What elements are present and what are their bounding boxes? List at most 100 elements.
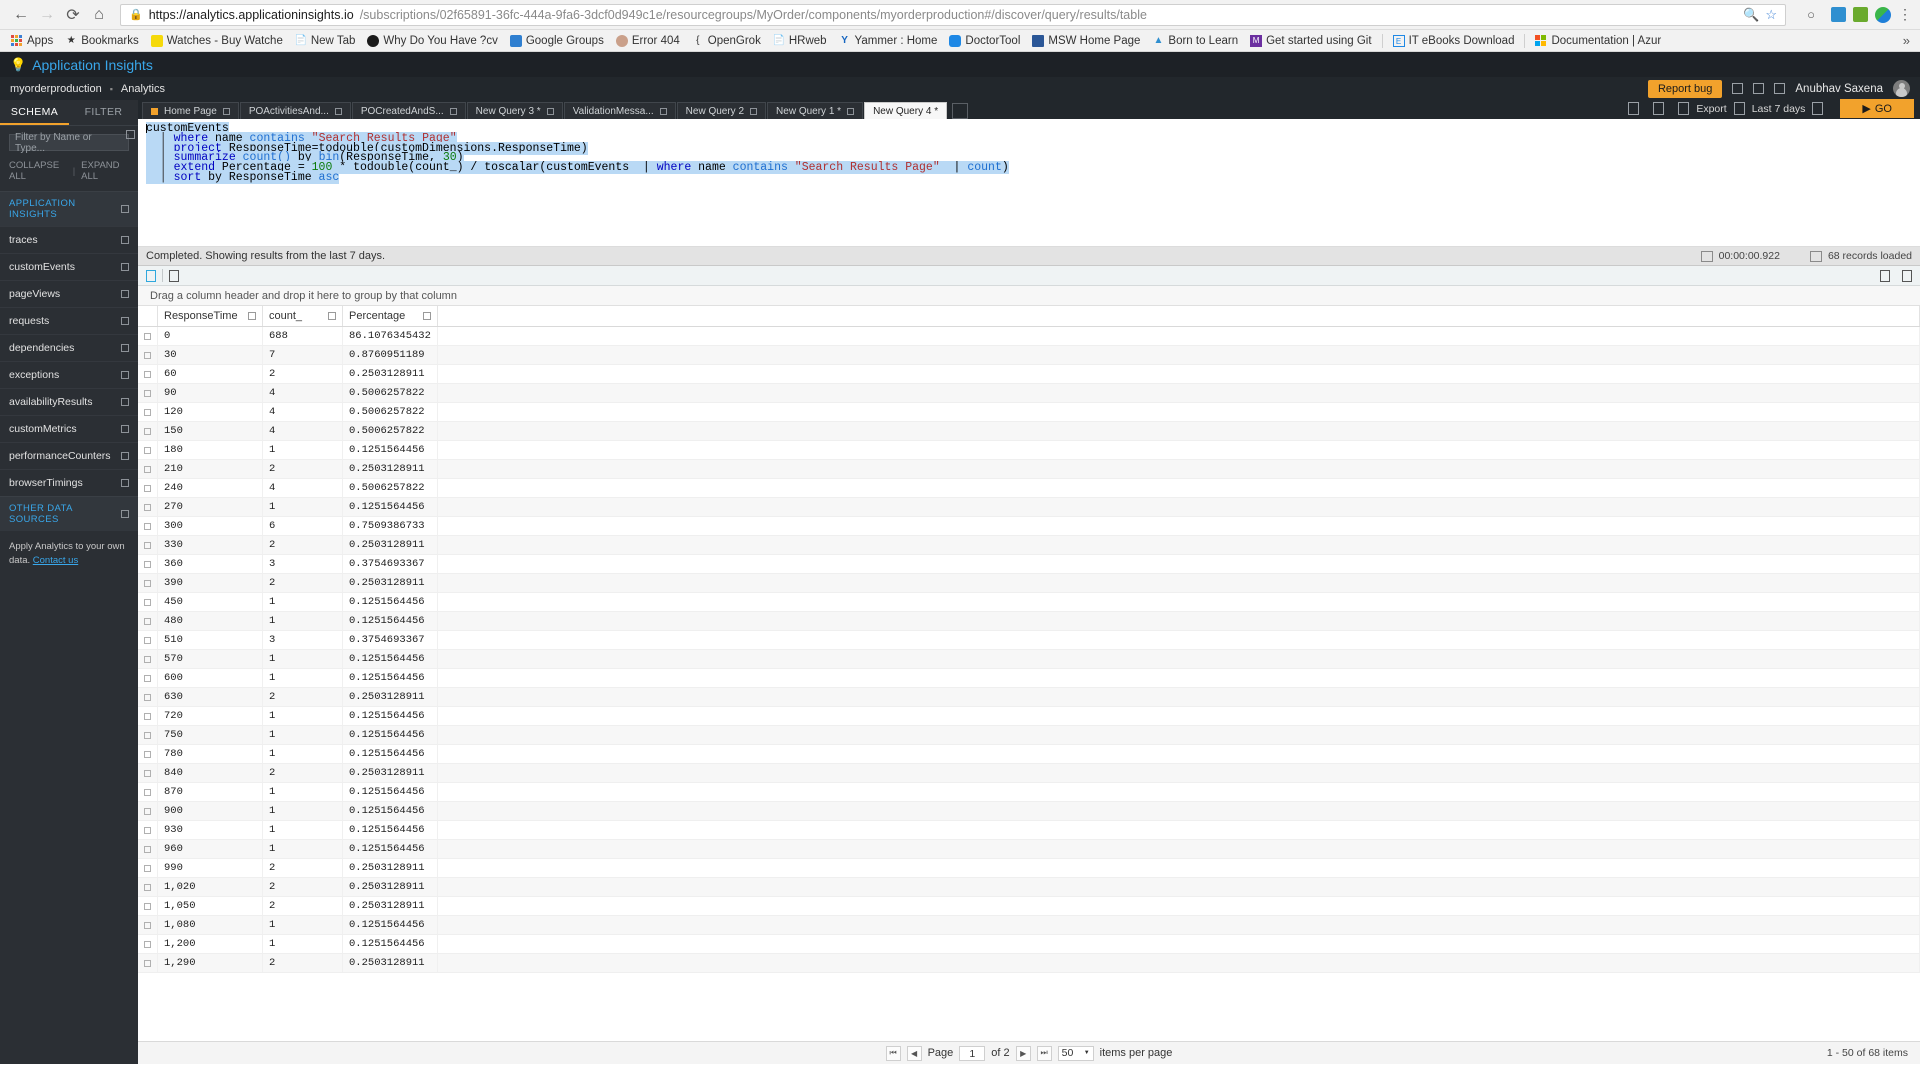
row-select-cell[interactable] <box>138 649 158 669</box>
page-size-select[interactable]: 50 ▼ <box>1057 1045 1094 1061</box>
account-avatar[interactable] <box>1875 6 1891 23</box>
bookmark-bookmarks[interactable]: ★ Bookmarks <box>60 34 144 48</box>
columns-icon[interactable] <box>1880 269 1890 282</box>
close-icon[interactable] <box>750 107 758 115</box>
query-tab-5[interactable]: New Query 2 <box>676 102 767 119</box>
row-select-icon[interactable] <box>144 655 151 663</box>
group-by-dropzone[interactable]: Drag a column header and drop it here to… <box>138 286 1920 306</box>
expand-icon[interactable] <box>121 425 129 433</box>
table-row[interactable]: 0 688 86.1076345432 <box>138 326 1920 346</box>
row-select-cell[interactable] <box>138 763 158 783</box>
query-tab-4[interactable]: ValidationMessa... <box>563 102 676 119</box>
table-row[interactable]: 570 1 0.1251564456 <box>138 649 1920 669</box>
row-select-cell[interactable] <box>138 535 158 555</box>
table-row[interactable]: 960 1 0.1251564456 <box>138 839 1920 859</box>
row-select-icon[interactable] <box>144 921 151 929</box>
table-row[interactable]: 180 1 0.1251564456 <box>138 440 1920 460</box>
table-row[interactable]: 240 4 0.5006257822 <box>138 478 1920 498</box>
sidebar-section-other-data-sources[interactable]: OTHER DATA SOURCES <box>0 496 138 531</box>
expand-icon[interactable] <box>121 452 129 460</box>
row-select-icon[interactable] <box>144 370 151 378</box>
bookmark-apps[interactable]: Apps <box>6 34 58 48</box>
row-select-cell[interactable] <box>138 953 158 973</box>
query-tab-7[interactable]: New Query 4 * <box>864 102 948 119</box>
contact-us-link[interactable]: Contact us <box>33 555 78 566</box>
home-button[interactable]: ⌂ <box>86 2 112 28</box>
row-select-icon[interactable] <box>144 332 151 340</box>
row-select-icon[interactable] <box>144 864 151 872</box>
row-select-cell[interactable] <box>138 934 158 954</box>
row-select-cell[interactable] <box>138 820 158 840</box>
row-select-icon[interactable] <box>144 769 151 777</box>
sidebar-tab-schema[interactable]: SCHEMA <box>0 100 69 125</box>
row-select-cell[interactable] <box>138 326 158 346</box>
table-row[interactable]: 480 1 0.1251564456 <box>138 611 1920 631</box>
close-icon[interactable] <box>449 107 457 115</box>
row-select-icon[interactable] <box>144 750 151 758</box>
next-page-icon[interactable]: ▶ <box>1015 1045 1031 1061</box>
table-row[interactable]: 450 1 0.1251564456 <box>138 592 1920 612</box>
column-filter-icon[interactable] <box>328 312 336 320</box>
row-select-cell[interactable] <box>138 668 158 688</box>
sidebar-section-application-insights[interactable]: APPLICATION INSIGHTS <box>0 191 138 226</box>
last-page-icon[interactable]: ⏭ <box>1036 1045 1052 1061</box>
bookmark-why-do-you-have[interactable]: Why Do You Have ?cv <box>362 34 502 48</box>
query-tab-6[interactable]: New Query 1 * <box>767 102 864 119</box>
row-select-cell[interactable] <box>138 497 158 517</box>
row-select-cell[interactable] <box>138 592 158 612</box>
sidebar-item-pageviews[interactable]: pageViews <box>0 280 138 307</box>
query-tab-1[interactable]: POActivitiesAnd... <box>239 102 351 119</box>
table-row[interactable]: 780 1 0.1251564456 <box>138 744 1920 764</box>
expand-icon[interactable] <box>121 479 129 487</box>
table-row[interactable]: 1,050 2 0.2503128911 <box>138 896 1920 916</box>
expand-icon[interactable] <box>121 344 129 352</box>
row-select-cell[interactable] <box>138 383 158 403</box>
table-row[interactable]: 210 2 0.2503128911 <box>138 459 1920 479</box>
menu-kebab-icon[interactable]: ⋮ <box>1898 6 1912 23</box>
row-select-icon[interactable] <box>144 902 151 910</box>
expand-icon[interactable] <box>121 236 129 244</box>
row-select-cell[interactable] <box>138 687 158 707</box>
table-row[interactable]: 1,020 2 0.2503128911 <box>138 877 1920 897</box>
row-select-icon[interactable] <box>144 883 151 891</box>
row-select-icon[interactable] <box>144 712 151 720</box>
bookmark-new-tab[interactable]: 📄 New Tab <box>290 34 361 48</box>
row-select-cell[interactable] <box>138 364 158 384</box>
first-page-icon[interactable]: ⏮ <box>885 1045 901 1061</box>
chart-view-icon[interactable] <box>169 269 179 282</box>
table-row[interactable]: 600 1 0.1251564456 <box>138 668 1920 688</box>
row-select-icon[interactable] <box>144 636 151 644</box>
settings-icon[interactable] <box>1812 102 1824 115</box>
table-row[interactable]: 750 1 0.1251564456 <box>138 725 1920 745</box>
column-filter-icon[interactable] <box>422 312 431 320</box>
close-icon[interactable] <box>334 107 342 115</box>
row-select-cell[interactable] <box>138 516 158 536</box>
sidebar-tab-filter[interactable]: FILTER <box>69 100 138 125</box>
bookmark-opengrok[interactable]: { OpenGrok <box>687 34 766 48</box>
row-select-cell[interactable] <box>138 896 158 916</box>
expand-all-button[interactable]: EXPAND ALL <box>81 160 129 182</box>
row-select-icon[interactable] <box>144 940 151 948</box>
row-select-cell[interactable] <box>138 915 158 935</box>
row-select-icon[interactable] <box>144 484 151 492</box>
bookmark-google-groups[interactable]: Google Groups <box>505 34 609 48</box>
collapse-all-button[interactable]: COLLAPSE ALL <box>9 160 67 182</box>
row-select-icon[interactable] <box>144 446 151 454</box>
reload-button[interactable]: ⟳ <box>60 2 86 28</box>
table-row[interactable]: 330 2 0.2503128911 <box>138 535 1920 555</box>
row-select-cell[interactable] <box>138 554 158 574</box>
row-select-icon[interactable] <box>144 427 151 435</box>
table-row[interactable]: 270 1 0.1251564456 <box>138 497 1920 517</box>
close-icon[interactable] <box>659 107 667 115</box>
bookmark-hrweb[interactable]: 📄 HRweb <box>768 34 832 48</box>
sidebar-item-traces[interactable]: traces <box>0 226 138 253</box>
column-header-count[interactable]: count_ <box>262 306 343 327</box>
row-select-cell[interactable] <box>138 877 158 897</box>
star-icon[interactable]: ☆ <box>1765 7 1777 23</box>
row-select-icon[interactable] <box>144 389 151 397</box>
table-row[interactable]: 360 3 0.3754693367 <box>138 554 1920 574</box>
add-tab-icon[interactable] <box>952 103 969 119</box>
table-row[interactable]: 720 1 0.1251564456 <box>138 706 1920 726</box>
row-select-icon[interactable] <box>144 541 151 549</box>
row-select-icon[interactable] <box>144 579 151 587</box>
